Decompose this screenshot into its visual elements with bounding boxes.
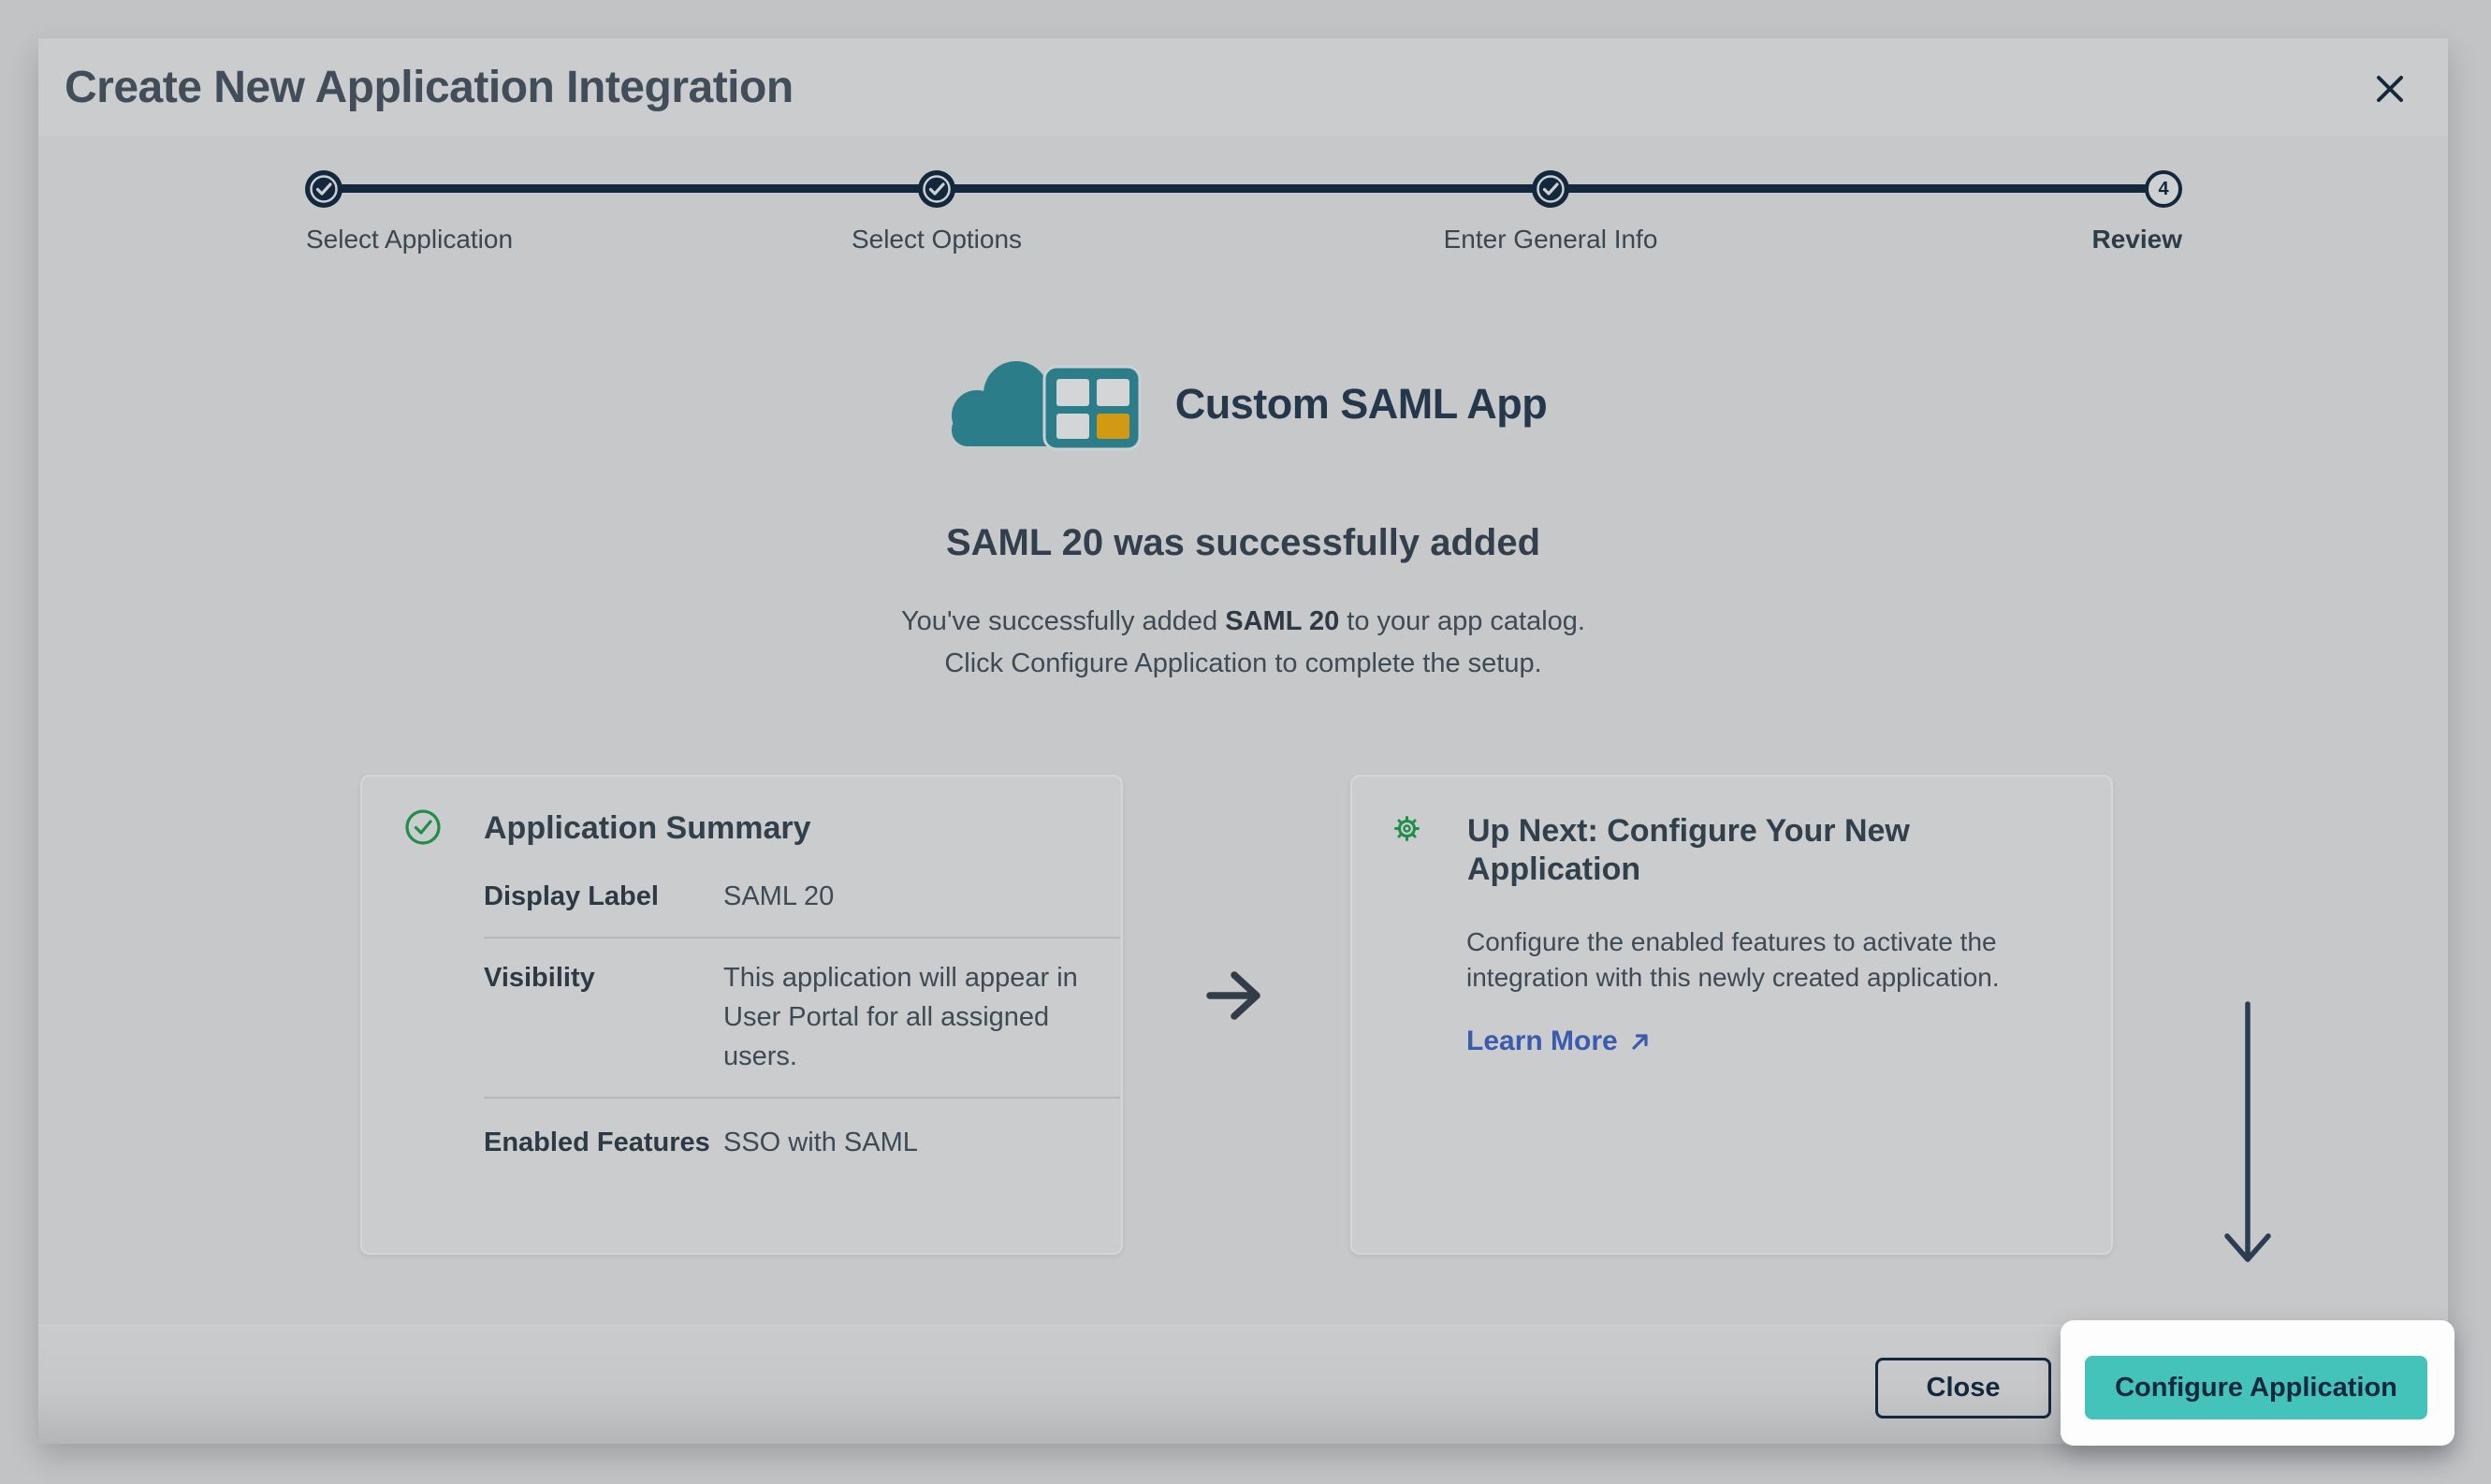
modal-header: Create New Application Integration xyxy=(38,38,2448,137)
row-label: Display Label xyxy=(484,877,723,916)
check-circle-outline-icon xyxy=(404,808,442,846)
summary-row-enabled-features: Enabled Features SSO with SAML xyxy=(484,1098,1120,1183)
up-next-card-header: Up Next: Configure Your New Application xyxy=(1394,812,1991,889)
app-logo: Custom SAML App xyxy=(38,350,2448,458)
row-value: SAML 20 xyxy=(723,877,1120,916)
summary-row-display-label: Display Label SAML 20 xyxy=(484,868,1120,938)
up-next-card-title: Up Next: Configure Your New Application xyxy=(1467,812,1991,889)
row-label: Visibility xyxy=(484,958,723,1076)
subtext-line2: Click Configure Application to complete … xyxy=(944,648,1541,678)
subtext-app-name: SAML 20 xyxy=(1225,606,1339,636)
step-4-review[interactable]: 4 xyxy=(2145,170,2182,208)
summary-rows: Display Label SAML 20 Visibility This ap… xyxy=(484,868,1120,1183)
step-label-review[interactable]: Review xyxy=(2092,225,2183,255)
close-icon[interactable] xyxy=(2372,71,2408,107)
learn-more-link[interactable]: Learn More xyxy=(1466,1026,1652,1057)
step-label-select-options[interactable]: Select Options xyxy=(852,225,1022,255)
step-1-select-application[interactable] xyxy=(305,170,342,208)
learn-more-label: Learn More xyxy=(1466,1026,1618,1057)
subtext-line1-prefix: You've successfully added xyxy=(901,606,1225,636)
step-number-badge: 4 xyxy=(2145,170,2182,208)
summary-card-title: Application Summary xyxy=(484,809,811,848)
coach-mark-spotlight: Configure Application xyxy=(2061,1320,2455,1446)
application-summary-card: Application Summary Display Label SAML 2… xyxy=(360,775,1123,1255)
subtext-line1-suffix: to your app catalog. xyxy=(1339,606,1585,636)
row-label: Enabled Features xyxy=(484,1123,723,1162)
success-subtext: You've successfully added SAML 20 to you… xyxy=(38,601,2448,685)
arrow-down-icon xyxy=(2224,1001,2271,1273)
close-button[interactable]: Close xyxy=(1875,1358,2051,1419)
screen-overlay: Create New Application Integration xyxy=(0,0,2491,1484)
check-circle-icon xyxy=(305,170,342,208)
check-circle-icon xyxy=(918,170,955,208)
step-3-enter-general-info[interactable] xyxy=(1532,170,1569,208)
app-logo-text: Custom SAML App xyxy=(1175,380,1547,429)
step-label-select-application[interactable]: Select Application xyxy=(306,225,513,255)
up-next-body: Configure the enabled features to activa… xyxy=(1466,924,2058,996)
configure-application-button[interactable]: Configure Application xyxy=(2085,1356,2427,1419)
success-heading: SAML 20 was successfully added xyxy=(38,522,2448,564)
arrow-up-right-icon xyxy=(1629,1030,1652,1053)
gear-icon xyxy=(1394,816,1420,841)
row-value: SSO with SAML xyxy=(723,1123,1120,1162)
step-2-select-options[interactable] xyxy=(918,170,955,208)
arrow-right-icon xyxy=(1202,968,1268,1024)
stepper-track xyxy=(324,184,2163,193)
step-label-enter-general-info[interactable]: Enter General Info xyxy=(1444,225,1658,255)
check-circle-icon xyxy=(1532,170,1569,208)
summary-card-header: Application Summary xyxy=(404,808,811,848)
summary-row-visibility: Visibility This application will appear … xyxy=(484,938,1120,1098)
modal-title: Create New Application Integration xyxy=(65,62,794,113)
create-app-modal: Create New Application Integration xyxy=(38,38,2448,1443)
up-next-card: Up Next: Configure Your New Application … xyxy=(1350,775,2113,1255)
cloud-grid-app-icon xyxy=(940,350,1155,458)
row-value: This application will appear in User Por… xyxy=(723,958,1120,1076)
